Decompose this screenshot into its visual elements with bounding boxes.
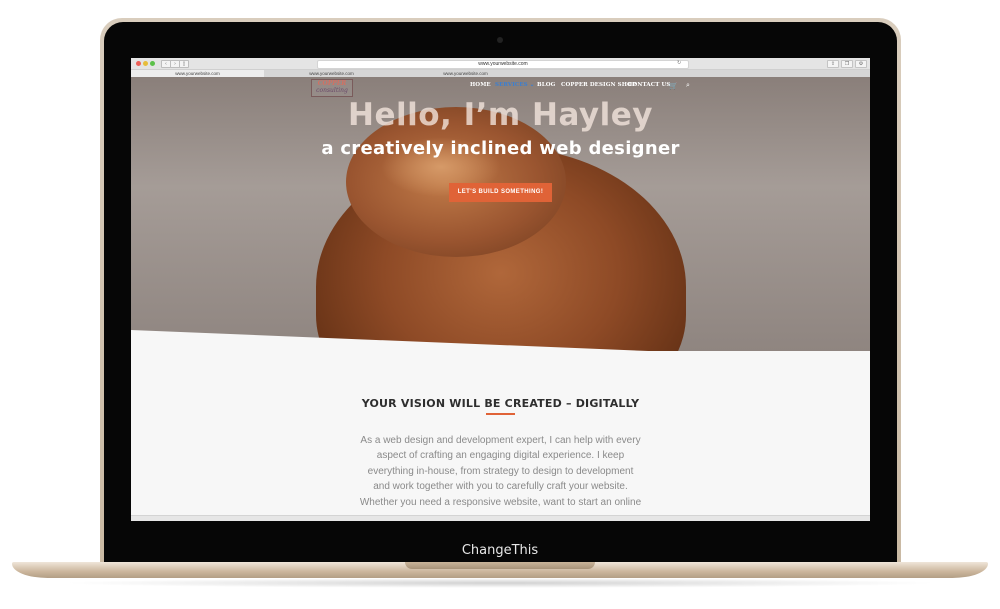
reload-icon[interactable]: ↻ xyxy=(677,60,681,66)
logo-top-text: COPPER xyxy=(317,80,347,87)
tab-2[interactable]: www.yourwebsite.com xyxy=(265,70,398,77)
tab-3-label: www.yourwebsite.com xyxy=(443,71,488,76)
webcam-icon xyxy=(497,37,503,43)
chevron-down-icon: ⌄ xyxy=(529,82,535,88)
tab-1[interactable]: www.yourwebsite.com xyxy=(131,70,264,77)
tab-1-label: www.yourwebsite.com xyxy=(175,71,220,76)
address-bar[interactable]: www.yourwebsite.com xyxy=(317,60,689,69)
minimize-window-icon[interactable] xyxy=(143,61,148,66)
cart-icon[interactable]: 🛒 xyxy=(669,82,678,90)
maximize-window-icon[interactable] xyxy=(150,61,155,66)
site-logo[interactable]: COPPER consulting xyxy=(311,79,353,97)
section-title: YOUR VISION WILL BE CREATED – DIGITALLY xyxy=(361,397,640,410)
laptop-shadow xyxy=(60,578,940,588)
laptop-hinge-notch xyxy=(405,562,595,569)
search-icon[interactable]: ⌕ xyxy=(686,82,690,90)
logo-bottom-text: consulting xyxy=(316,87,348,94)
body-text-line: Whether you need a responsive website, w… xyxy=(359,497,642,508)
cta-button[interactable]: LET'S BUILD SOMETHING! xyxy=(449,183,552,202)
body-text-line: aspect of crafting an engaging digital e… xyxy=(376,450,625,461)
nav-copper-design-shop[interactable]: COPPER DESIGN SHOP xyxy=(561,82,636,88)
nav-contact-us[interactable]: CONTACT US xyxy=(628,82,670,88)
nav-home[interactable]: HOME xyxy=(470,82,491,88)
close-window-icon[interactable] xyxy=(136,61,141,66)
horizontal-scrollbar[interactable] xyxy=(131,515,870,521)
nav-blog[interactable]: BLOG xyxy=(537,82,555,88)
nav-services[interactable]: SERVICES ⌄ xyxy=(495,82,534,88)
tab-2-label: www.yourwebsite.com xyxy=(309,71,354,76)
nav-services-label: SERVICES xyxy=(495,82,528,88)
sidebar-icon[interactable]: ▯ xyxy=(179,60,189,68)
body-text-line: everything in-house, from strategy to de… xyxy=(367,466,634,477)
body-text-line: As a web design and development expert, … xyxy=(360,435,641,446)
share-icon[interactable]: ⇪ xyxy=(827,60,839,68)
url-text: www.yourwebsite.com xyxy=(478,61,528,67)
browser-toolbar: ‹ › ▯ ⌂ www.yourwebsite.com ↻ ⇪ ❐ ⚙ xyxy=(131,58,870,70)
laptop-screen: ‹ › ▯ ⌂ www.yourwebsite.com ↻ ⇪ ❐ ⚙ www.… xyxy=(131,58,870,521)
hero-title: Hello, I’m Hayley xyxy=(348,97,653,133)
settings-icon[interactable]: ⚙ xyxy=(855,60,867,68)
tab-3[interactable]: www.yourwebsite.com xyxy=(399,70,532,77)
hero-subtitle: a creatively inclined web designer xyxy=(321,138,680,159)
laptop-brand-text: ChangeThis xyxy=(461,543,539,558)
tabs-overview-icon[interactable]: ❐ xyxy=(841,60,853,68)
title-underline xyxy=(486,413,515,415)
body-text-line: and work together with you to carefully … xyxy=(373,481,628,492)
